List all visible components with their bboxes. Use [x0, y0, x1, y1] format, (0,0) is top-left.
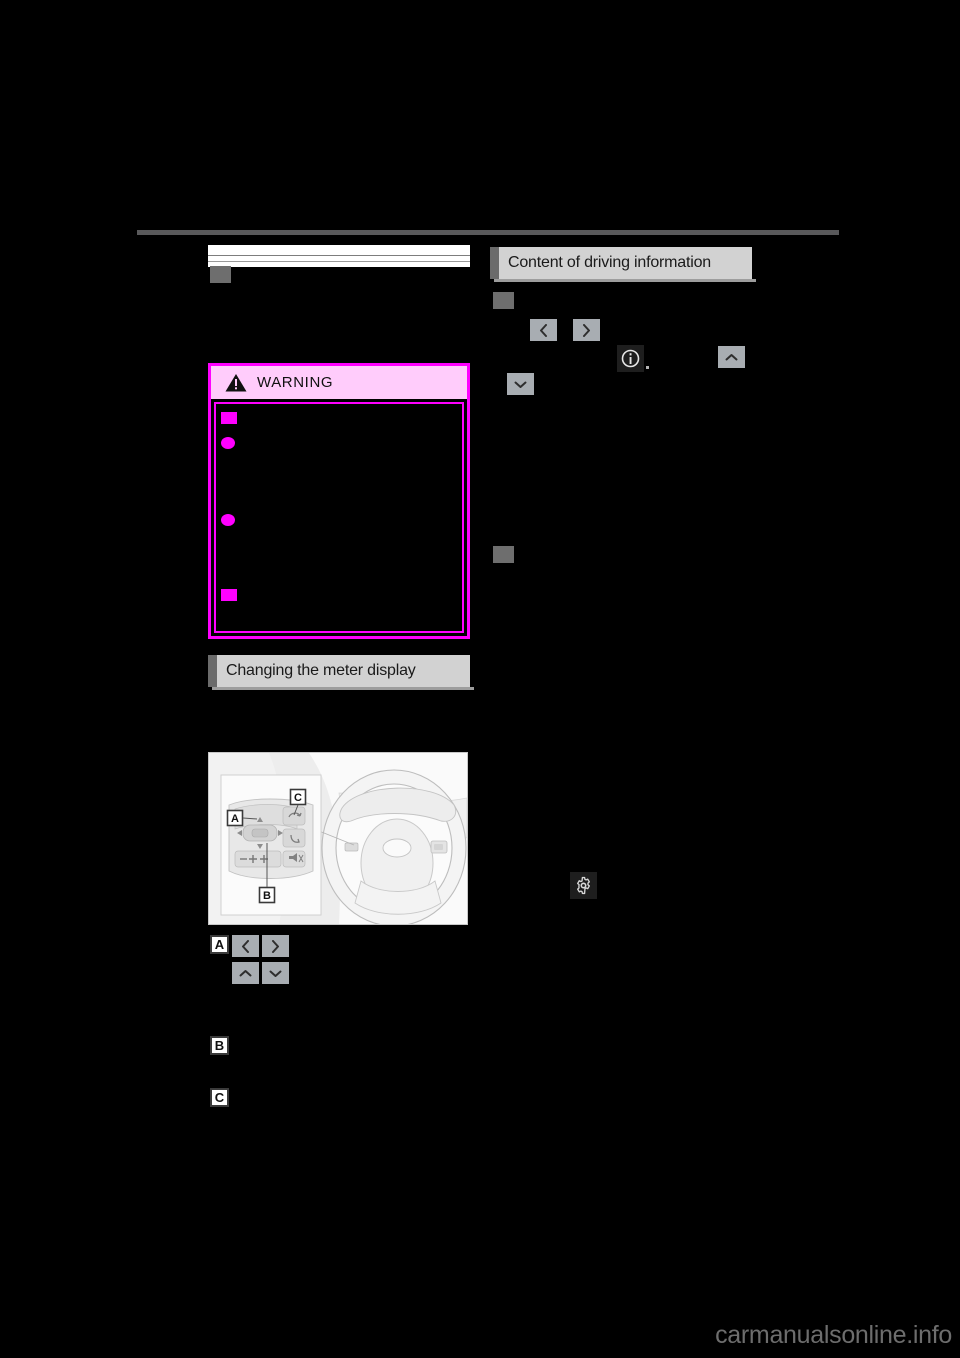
svg-text:A: A — [231, 813, 239, 825]
steering-wheel-switch-illustration: A B C — [208, 752, 468, 925]
warning-box: WARNING — [208, 363, 470, 639]
section-heading-label: Changing the meter display — [226, 662, 416, 679]
key-chevron-right-right[interactable] — [573, 319, 600, 341]
heading-shadow-right — [494, 279, 756, 282]
warning-title: WARNING — [257, 374, 334, 391]
settings-gear-icon — [577, 876, 590, 895]
warning-body — [214, 402, 464, 633]
page-top-rule — [137, 230, 839, 235]
warning-bullet-round-1 — [221, 437, 235, 449]
manual-page: WARNING Changing the meter display A B C… — [0, 0, 960, 1358]
warning-triangle-icon — [225, 374, 247, 392]
chevron-right-icon — [272, 939, 279, 953]
sentence-period — [646, 366, 649, 369]
heading-shadow — [212, 687, 474, 690]
chevron-up-icon — [239, 969, 252, 976]
section-heading-content-of-driving-information: Content of driving information — [490, 247, 756, 282]
strip-rule-lower — [208, 261, 470, 262]
heading-accent-tab — [208, 655, 217, 687]
key-chevron-right-a[interactable] — [262, 935, 289, 957]
warning-bullet-square-2 — [221, 589, 237, 601]
chevron-down-icon — [269, 970, 282, 977]
information-icon-chip[interactable] — [617, 345, 644, 372]
right-subsection-bullet-2 — [493, 546, 514, 563]
key-chevron-down-a[interactable] — [262, 962, 289, 984]
strip-rule-upper — [208, 255, 470, 256]
warning-bullet-round-2 — [221, 514, 235, 526]
svg-text:B: B — [263, 890, 271, 902]
information-icon — [621, 349, 640, 368]
section-heading-changing-meter-display: Changing the meter display — [208, 655, 474, 690]
key-chevron-up-a[interactable] — [232, 962, 259, 984]
chevron-right-icon — [583, 323, 590, 337]
key-chevron-left-right[interactable] — [530, 319, 557, 341]
left-subsection-bullet — [210, 266, 231, 283]
key-chevron-up-right[interactable] — [718, 346, 745, 368]
site-watermark: carmanualsonline.info — [715, 1321, 952, 1349]
key-chevron-down-right[interactable] — [507, 373, 534, 395]
chevron-left-icon — [242, 939, 249, 953]
right-subsection-bullet-1 — [493, 292, 514, 309]
warning-header: WARNING — [211, 366, 467, 399]
callout-letter-b: B — [210, 1036, 229, 1055]
key-chevron-left-a[interactable] — [232, 935, 259, 957]
section-heading-label-right: Content of driving information — [508, 254, 712, 271]
callout-letter-a: A — [210, 935, 229, 954]
heading-accent-tab-right — [490, 247, 499, 279]
settings-gear-icon-chip[interactable] — [570, 872, 597, 899]
chevron-up-icon — [725, 353, 738, 360]
svg-text:C: C — [294, 792, 302, 804]
warning-bullet-square-1 — [221, 412, 237, 424]
left-column-top-strip — [208, 245, 470, 267]
callout-letter-c: C — [210, 1088, 229, 1107]
illustration-artwork: A B C — [209, 753, 467, 924]
chevron-down-icon — [514, 381, 527, 388]
chevron-left-icon — [540, 323, 547, 337]
